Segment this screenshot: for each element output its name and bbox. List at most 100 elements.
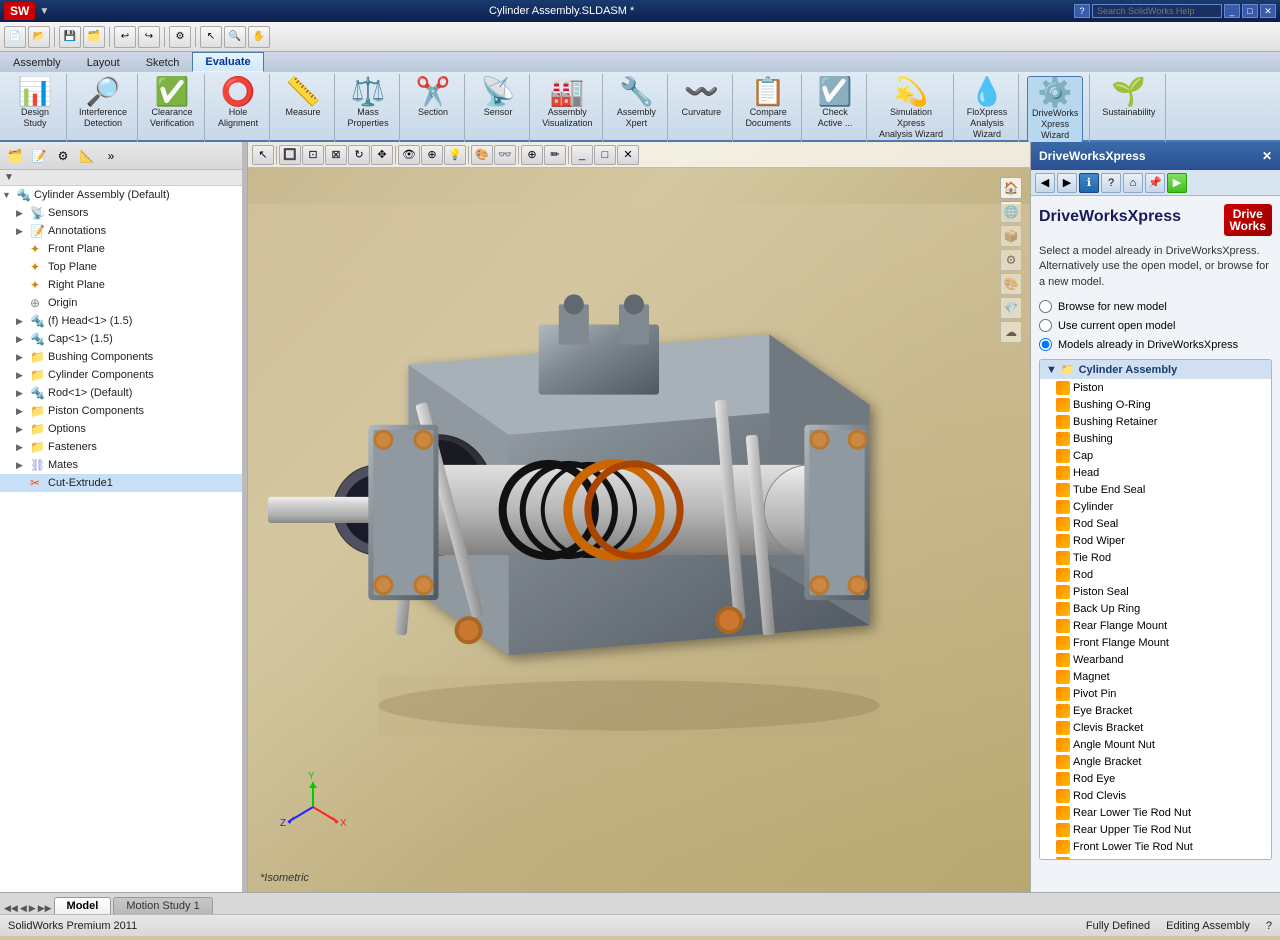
nav-pin-btn[interactable]: 📌 <box>1145 173 1165 193</box>
model-item-angle-mount-nut[interactable]: Angle Mount Nut <box>1040 736 1271 753</box>
model-item-front-lower-tie[interactable]: Front Lower Tie Rod Nut <box>1040 838 1271 855</box>
btn-hole[interactable]: ⭕ HoleAlignment <box>213 76 263 131</box>
tree-item-top-plane[interactable]: ✦ Top Plane <box>0 258 247 276</box>
open-btn[interactable]: 📂 <box>28 26 50 48</box>
maximize-btn[interactable]: □ <box>1242 4 1258 18</box>
vp-min-btn[interactable]: _ <box>571 145 593 165</box>
btn-check[interactable]: ☑️ CheckActive ... <box>810 76 860 131</box>
help-btn[interactable]: ? <box>1074 4 1090 18</box>
scroll-prev-btn[interactable]: ◀ <box>20 903 27 914</box>
vp-zoom-fit-btn[interactable]: ⊡ <box>302 145 324 165</box>
model-item-cylinder[interactable]: Cylinder <box>1040 498 1271 515</box>
nav-back-btn[interactable]: ◀ <box>1035 173 1055 193</box>
tree-item-options[interactable]: ▶ 📁 Options <box>0 420 247 438</box>
nav-forward-btn[interactable]: ▶ <box>1057 173 1077 193</box>
model-item-bushing-oring[interactable]: Bushing O-Ring <box>1040 396 1271 413</box>
btn-design-study[interactable]: 📊 DesignStudy <box>10 76 60 131</box>
vp-rotate-btn[interactable]: ↻ <box>348 145 370 165</box>
tree-item-cap[interactable]: ▶ 🔩 Cap<1> (1.5) <box>0 330 247 348</box>
vp-display-btn[interactable]: 💡 <box>444 145 466 165</box>
options-btn[interactable]: ⚙ <box>169 26 191 48</box>
vp-close-btn[interactable]: ✕ <box>617 145 639 165</box>
model-item-rear-upper-tie[interactable]: Rear Upper Tie Rod Nut <box>1040 821 1271 838</box>
tree-item-origin[interactable]: ⊕ Origin <box>0 294 247 312</box>
nav-play-btn[interactable]: ▶ <box>1167 173 1187 193</box>
vp-origin-btn[interactable]: ⊕ <box>521 145 543 165</box>
tree-item-front-plane[interactable]: ✦ Front Plane <box>0 240 247 258</box>
search-input[interactable] <box>1092 4 1222 18</box>
model-item-rod-wiper[interactable]: Rod Wiper <box>1040 532 1271 549</box>
btn-flo[interactable]: 💧 FloXpressAnalysisWizard <box>962 76 1012 141</box>
nav-info-btn[interactable]: ℹ <box>1079 173 1099 193</box>
scroll-left-btn[interactable]: ◀◀ <box>4 903 18 914</box>
nav-home-btn[interactable]: ⌂ <box>1123 173 1143 193</box>
btn-simulation[interactable]: 💫 SimulationXpressAnalysis Wizard <box>875 76 947 141</box>
model-item-tube-end-seal[interactable]: Tube End Seal <box>1040 481 1271 498</box>
tab-sketch[interactable]: Sketch <box>133 52 193 72</box>
minimize-btn[interactable]: _ <box>1224 4 1240 18</box>
model-item-angle-bracket[interactable]: Angle Bracket <box>1040 753 1271 770</box>
radio-current[interactable] <box>1039 319 1052 332</box>
model-item-piston-seal[interactable]: Piston Seal <box>1040 583 1271 600</box>
tree-item-sensors[interactable]: ▶ 📡 Sensors <box>0 204 247 222</box>
vp-pan-btn[interactable]: ✥ <box>371 145 393 165</box>
model-item-head[interactable]: Head <box>1040 464 1271 481</box>
btn-section[interactable]: ✂️ Section <box>408 76 458 120</box>
model-item-eye-bracket[interactable]: Eye Bracket <box>1040 702 1271 719</box>
vp-zoom-sheet-btn[interactable]: ⊠ <box>325 145 347 165</box>
model-item-cap[interactable]: Cap <box>1040 447 1271 464</box>
btn-sensor[interactable]: 📡 Sensor <box>473 76 523 120</box>
tree-item-head[interactable]: ▶ 🔩 (f) Head<1> (1.5) <box>0 312 247 330</box>
scroll-right-btn[interactable]: ▶▶ <box>38 903 52 914</box>
model-item-piston[interactable]: Piston <box>1040 379 1271 396</box>
model-item-magnet[interactable]: Magnet <box>1040 668 1271 685</box>
nav-help-btn[interactable]: ? <box>1101 173 1121 193</box>
model-item-pivot-pin[interactable]: Pivot Pin <box>1040 685 1271 702</box>
btn-curvature[interactable]: 〰️ Curvature <box>676 76 726 120</box>
status-help-btn[interactable]: ? <box>1266 920 1272 932</box>
vp-view-btn[interactable]: 👁 <box>398 145 420 165</box>
panel-btn-3[interactable]: ⚙ <box>52 145 74 167</box>
model-item-rod-eye[interactable]: Rod Eye <box>1040 770 1271 787</box>
pan-btn[interactable]: ✋ <box>248 26 270 48</box>
panel-btn-1[interactable]: 🗂️ <box>4 145 26 167</box>
option-current[interactable]: Use current open model <box>1039 319 1272 332</box>
undo-btn[interactable]: ↩ <box>114 26 136 48</box>
tab-layout[interactable]: Layout <box>74 52 133 72</box>
btn-clearance[interactable]: ✅ ClearanceVerification <box>146 76 198 131</box>
tree-item-cut-extrude[interactable]: ✂ Cut-Extrude1 <box>0 474 247 492</box>
tab-evaluate[interactable]: Evaluate <box>192 52 263 72</box>
save-btn[interactable]: 💾 <box>59 26 81 48</box>
tab-motion-study[interactable]: Motion Study 1 <box>113 897 212 914</box>
panel-btn-4[interactable]: 📐 <box>76 145 98 167</box>
vp-section-btn[interactable]: ⊕ <box>421 145 443 165</box>
model-item-bushing-retainer[interactable]: Bushing Retainer <box>1040 413 1271 430</box>
btn-measure[interactable]: 📏 Measure <box>278 76 328 120</box>
tree-item-cylinder[interactable]: ▶ 📁 Cylinder Components <box>0 366 247 384</box>
model-item-rod-clevis[interactable]: Rod Clevis <box>1040 787 1271 804</box>
btn-assembly-viz[interactable]: 🏭 AssemblyVisualization <box>538 76 596 131</box>
scroll-next-btn[interactable]: ▶ <box>29 903 36 914</box>
radio-browse[interactable] <box>1039 300 1052 313</box>
vp-render-mode-btn[interactable]: 🎨 <box>471 145 493 165</box>
tree-item-right-plane[interactable]: ✦ Right Plane <box>0 276 247 294</box>
model-item-bushing[interactable]: Bushing <box>1040 430 1271 447</box>
model-item-rear-flange[interactable]: Rear Flange Mount <box>1040 617 1271 634</box>
model-item-front-flange[interactable]: Front Flange Mount <box>1040 634 1271 651</box>
tab-model[interactable]: Model <box>54 897 112 914</box>
save-all-btn[interactable]: 🗂️ <box>83 26 105 48</box>
btn-compare[interactable]: 📋 CompareDocuments <box>741 76 795 131</box>
model-item-rod-seal[interactable]: Rod Seal <box>1040 515 1271 532</box>
btn-mass[interactable]: ⚖️ MassProperties <box>343 76 393 131</box>
vp-zoom-box-btn[interactable]: 🔲 <box>279 145 301 165</box>
panel-btn-2[interactable]: 📝 <box>28 145 50 167</box>
model-item-wearband[interactable]: Wearband <box>1040 651 1271 668</box>
btn-sustainability[interactable]: 🌱 Sustainability <box>1098 76 1159 120</box>
model-item-clevis-bracket[interactable]: Clevis Bracket <box>1040 719 1271 736</box>
new-btn[interactable]: 📄 <box>4 26 26 48</box>
btn-driveworks[interactable]: ⚙️ DriveWorksXpressWizard <box>1027 76 1083 143</box>
tree-root[interactable]: ▼ 🔩 Cylinder Assembly (Default) <box>0 186 247 204</box>
model-item-rear-lower-tie[interactable]: Rear Lower Tie Rod Nut <box>1040 804 1271 821</box>
panel-close-btn[interactable]: ✕ <box>1262 149 1272 163</box>
tree-item-bushing[interactable]: ▶ 📁 Bushing Components <box>0 348 247 366</box>
